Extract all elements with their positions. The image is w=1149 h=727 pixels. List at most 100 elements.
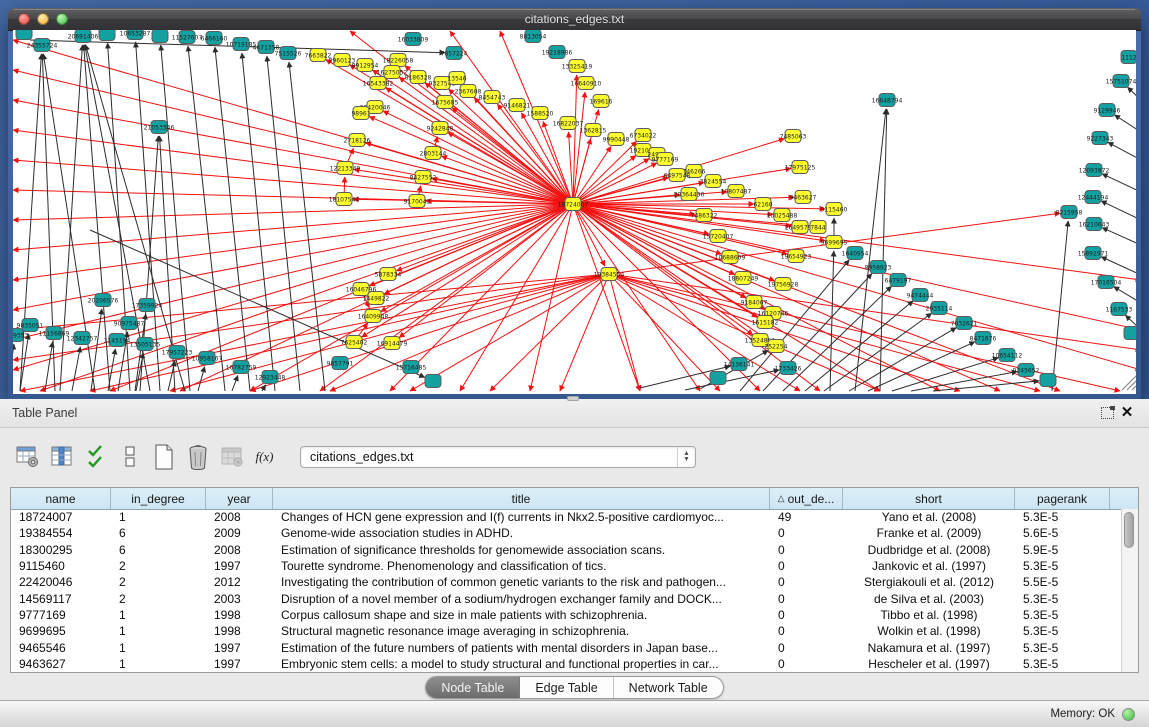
graph-node[interactable]: 7485063 bbox=[780, 130, 807, 143]
graph-node[interactable]: 1588520 bbox=[527, 107, 554, 120]
graph-node[interactable]: 20364436 bbox=[674, 188, 705, 201]
graph-node[interactable]: 17016504 bbox=[1091, 276, 1122, 289]
graph-node[interactable]: 3824554 bbox=[700, 175, 727, 188]
graph-node[interactable]: 9242848 bbox=[427, 122, 454, 135]
graph-node[interactable]: 16782759 bbox=[226, 361, 257, 374]
graph-node[interactable]: 8215958 bbox=[1056, 206, 1083, 219]
column-header-name[interactable]: name bbox=[11, 488, 111, 509]
network-window-titlebar[interactable]: citations_edges.txt bbox=[8, 8, 1141, 31]
graph-node[interactable]: 1112 bbox=[1121, 51, 1136, 64]
graph-node[interactable]: 1167533 bbox=[1106, 303, 1133, 316]
graph-node[interactable]: 13325419 bbox=[562, 60, 593, 73]
tab-node-table[interactable]: Node Table bbox=[426, 677, 520, 698]
graph-node[interactable]: 10653287 bbox=[120, 30, 151, 40]
graph-node[interactable] bbox=[152, 30, 168, 43]
graph-node[interactable]: 15716485 bbox=[396, 361, 427, 374]
graph-node[interactable]: 6466160 bbox=[201, 32, 228, 45]
graph-node[interactable]: 9129946 bbox=[1094, 104, 1121, 117]
column-header-title[interactable]: title bbox=[273, 488, 770, 509]
function-builder-button[interactable]: f(x) bbox=[252, 444, 279, 471]
graph-node[interactable]: 18226058 bbox=[383, 54, 414, 67]
network-canvas[interactable]: 1872400719384554766382289601238912954182… bbox=[13, 30, 1136, 394]
table-select-dropdown[interactable]: citations_edges.txt ▲▼ bbox=[300, 446, 696, 468]
graph-node[interactable] bbox=[1040, 374, 1056, 387]
graph-node[interactable]: 7857224 bbox=[441, 47, 468, 60]
table-row[interactable]: 1872400712008Changes of HCN gene express… bbox=[11, 509, 1122, 525]
close-window-button[interactable] bbox=[18, 13, 30, 25]
graph-node[interactable]: 18107544 bbox=[329, 193, 360, 206]
graph-node[interactable]: 21053346 bbox=[144, 121, 175, 134]
graph-node[interactable]: 7625402 bbox=[341, 336, 368, 349]
graph-node[interactable]: 16914479 bbox=[377, 337, 408, 350]
graph-node[interactable]: 9474444 bbox=[907, 289, 934, 302]
column-header-out_de[interactable]: △out_de... bbox=[770, 488, 843, 509]
column-header-pagerank[interactable]: pagerank bbox=[1015, 488, 1110, 509]
table-row[interactable]: 1830029562008Estimation of significance … bbox=[11, 542, 1122, 558]
graph-node[interactable]: 62160 bbox=[753, 198, 772, 211]
select-all-button[interactable] bbox=[82, 444, 109, 471]
table-row[interactable]: 911546021997Tourette syndrome. Phenomeno… bbox=[11, 558, 1122, 574]
graph-node[interactable]: 13546 bbox=[447, 72, 466, 85]
graph-node[interactable]: 7032621 bbox=[951, 317, 978, 330]
graph-node[interactable]: 1733426 bbox=[775, 362, 802, 375]
graph-node[interactable]: 6479197 bbox=[885, 274, 912, 287]
panel-divider-grip[interactable] bbox=[567, 396, 579, 401]
graph-node[interactable] bbox=[16, 30, 32, 40]
table-row[interactable]: 977716911998Corpus callosum shape and si… bbox=[11, 607, 1122, 623]
graph-node[interactable]: 16640910 bbox=[571, 77, 602, 90]
graph-node[interactable]: 2718126 bbox=[344, 134, 371, 147]
float-panel-button[interactable] bbox=[1097, 403, 1117, 423]
delete-column-button[interactable] bbox=[184, 444, 211, 471]
graph-node[interactable]: 1640954 bbox=[842, 247, 869, 260]
graph-node[interactable]: 10654112 bbox=[992, 349, 1023, 362]
column-header-year[interactable]: year bbox=[206, 488, 273, 509]
graph-node[interactable] bbox=[425, 375, 441, 388]
graph-node[interactable]: 9463627 bbox=[790, 191, 817, 204]
column-header-in_degree[interactable]: in_degree bbox=[111, 488, 206, 509]
minimize-window-button[interactable] bbox=[37, 13, 49, 25]
graph-node[interactable]: 9170043 bbox=[404, 195, 431, 208]
delete-table-button[interactable] bbox=[218, 444, 245, 471]
table-row[interactable]: 1938455462009Genome-wide association stu… bbox=[11, 525, 1122, 541]
table-row[interactable]: 2242004622012Investigating the contribut… bbox=[11, 574, 1122, 590]
table-row[interactable]: 946362711997Embryonic stem cells: a mode… bbox=[11, 656, 1122, 672]
graph-node[interactable]: 252254 bbox=[765, 340, 788, 353]
memory-ok-indicator[interactable] bbox=[1122, 708, 1135, 721]
graph-node[interactable]: 12342757 bbox=[67, 332, 98, 345]
graph-node[interactable]: 16648794 bbox=[872, 94, 903, 107]
graph-node[interactable]: 8454743 bbox=[479, 91, 506, 104]
unselect-all-button[interactable] bbox=[116, 444, 143, 471]
graph-node[interactable]: 2935114 bbox=[926, 302, 953, 315]
graph-node[interactable]: 16409948 bbox=[358, 310, 389, 323]
citation-network-graph[interactable]: 1872400719384554766382289601238912954182… bbox=[13, 30, 1136, 394]
graph-node[interactable]: 17975125 bbox=[785, 161, 816, 174]
graph-node[interactable] bbox=[710, 372, 726, 385]
graph-node[interactable] bbox=[99, 30, 115, 41]
table-mode-button[interactable] bbox=[14, 444, 41, 471]
graph-node[interactable]: 8912954 bbox=[352, 59, 379, 72]
graph-node[interactable]: 17957223 bbox=[162, 346, 193, 359]
table-row[interactable]: 946554611997Estimation of the future num… bbox=[11, 639, 1122, 655]
resize-grip-icon[interactable] bbox=[1127, 381, 1136, 390]
create-column-button[interactable] bbox=[150, 444, 177, 471]
graph-node[interactable]: 7844 bbox=[810, 221, 826, 234]
graph-node[interactable]: 10688609 bbox=[715, 251, 746, 264]
graph-node[interactable]: 19218986 bbox=[542, 46, 573, 59]
scrollbar-thumb[interactable] bbox=[1124, 512, 1134, 548]
graph-node[interactable]: 9990448 bbox=[603, 133, 630, 146]
graph-node[interactable]: 9115460 bbox=[821, 203, 848, 216]
graph-node[interactable]: 10807487 bbox=[721, 185, 752, 198]
graph-node[interactable]: 6734022 bbox=[630, 129, 657, 142]
graph-node[interactable]: 7663822 bbox=[305, 49, 332, 62]
graph-node[interactable]: 15751074 bbox=[1106, 75, 1136, 88]
graph-node[interactable]: 8186328 bbox=[405, 71, 432, 84]
graph-node[interactable] bbox=[1124, 327, 1136, 340]
close-panel-button[interactable]: ✕ bbox=[1117, 403, 1137, 423]
graph-node[interactable]: 1362815 bbox=[580, 124, 607, 137]
show-column-button[interactable] bbox=[48, 444, 75, 471]
graph-node[interactable]: 12923448 bbox=[255, 371, 286, 384]
tab-network-table[interactable]: Network Table bbox=[614, 677, 723, 698]
graph-node[interactable]: 11527607 bbox=[172, 31, 203, 44]
zoom-window-button[interactable] bbox=[56, 13, 68, 25]
column-header-short[interactable]: short bbox=[843, 488, 1015, 509]
